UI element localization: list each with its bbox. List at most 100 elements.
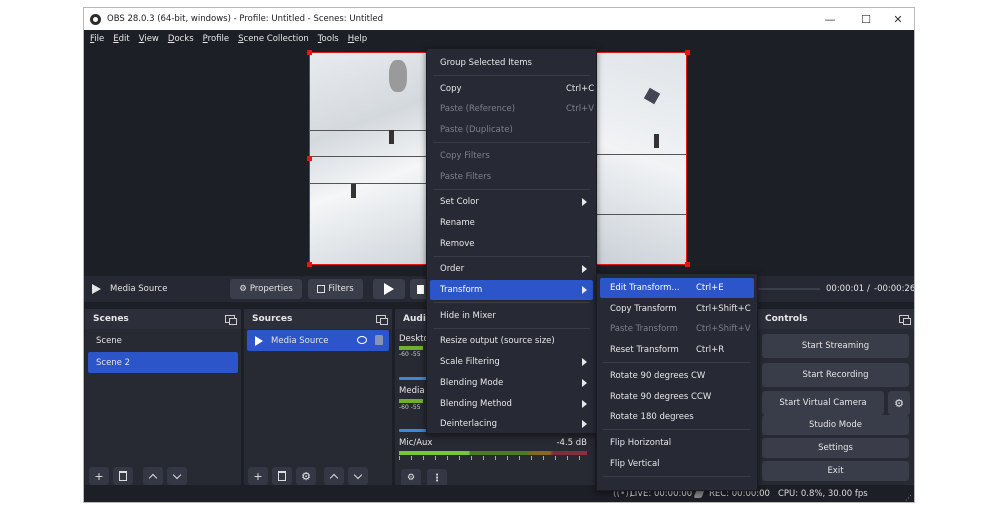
menu-item-label: Paste (Duplicate) xyxy=(440,125,513,136)
time-remaining: -00:00:26 xyxy=(874,284,915,294)
maximize-button[interactable]: ☐ xyxy=(849,8,883,30)
audio-meter xyxy=(399,451,587,455)
menu-separator xyxy=(603,475,751,477)
exit-button[interactable]: Exit xyxy=(762,461,909,481)
resize-handle[interactable] xyxy=(685,262,690,267)
menu-item-order[interactable]: Order xyxy=(430,259,593,279)
source-item[interactable]: Media Source xyxy=(247,330,389,351)
add-scene-button[interactable]: + xyxy=(89,467,109,485)
menu-file[interactable]: File xyxy=(90,34,104,44)
menu-item-label: Scale Filtering xyxy=(440,357,500,368)
menu-item-label: Hide in Mixer xyxy=(440,310,496,321)
menu-item-label: Reset Transform xyxy=(610,345,679,356)
play-button[interactable] xyxy=(373,279,405,299)
move-scene-down-button[interactable] xyxy=(167,467,187,485)
menu-view[interactable]: View xyxy=(139,34,159,44)
menu-item-reset-transform[interactable]: Reset Transform Ctrl+R xyxy=(600,340,754,360)
menu-item-scale-filtering[interactable]: Scale Filtering xyxy=(430,352,593,372)
menu-item-label: Rotate 90 degrees CW xyxy=(610,370,706,381)
menu-item-blending-method[interactable]: Blending Method xyxy=(430,394,593,414)
move-source-down-button[interactable] xyxy=(348,467,368,485)
resize-handle[interactable] xyxy=(307,262,312,267)
resize-handle[interactable] xyxy=(685,50,690,55)
submenu-arrow-icon xyxy=(582,265,587,274)
undock-icon[interactable] xyxy=(225,315,237,325)
menu-item-transform[interactable]: Transform xyxy=(430,280,593,300)
remove-scene-button[interactable] xyxy=(113,467,133,485)
menu-item-paste-transform[interactable]: Paste Transform Ctrl+Shift+V xyxy=(600,319,754,339)
audio-meter-scale xyxy=(399,456,587,460)
source-properties-button[interactable]: ⚙ xyxy=(296,467,316,485)
start-recording-button[interactable]: Start Recording xyxy=(762,363,909,387)
menu-tools[interactable]: Tools xyxy=(318,34,339,44)
menu-item-blending-mode[interactable]: Blending Mode xyxy=(430,373,593,393)
start-virtual-camera-button[interactable]: Start Virtual Camera xyxy=(762,391,884,415)
menu-docks[interactable]: Docks xyxy=(168,34,194,44)
menu-item-rotate-90-degrees-ccw[interactable]: Rotate 90 degrees CCW xyxy=(600,387,754,407)
menu-item-shortcut: Ctrl+R xyxy=(696,345,725,356)
menu-item-remove[interactable]: Remove xyxy=(430,234,593,254)
scene-item-selected[interactable]: Scene 2 xyxy=(88,352,238,373)
menu-item-deinterlacing[interactable]: Deinterlacing xyxy=(430,414,593,434)
menu-item-rotate-180-degrees[interactable]: Rotate 180 degrees xyxy=(600,407,754,427)
menu-item-rename[interactable]: Rename xyxy=(430,213,593,233)
start-streaming-button[interactable]: Start Streaming xyxy=(762,334,909,358)
menu-item-group-selected-items[interactable]: Group Selected Items xyxy=(430,53,593,73)
menu-bar: File Edit View Docks Profile Scene Colle… xyxy=(84,30,914,47)
gear-icon: ⚙ xyxy=(301,469,311,483)
submenu-arrow-icon xyxy=(582,420,587,429)
properties-button[interactable]: ⚙ Properties xyxy=(230,279,302,299)
menu-item-flip-horizontal[interactable]: Flip Horizontal xyxy=(600,433,754,453)
menu-item-copy-transform[interactable]: Copy Transform Ctrl+Shift+C xyxy=(600,299,754,319)
menu-item-label: Group Selected Items xyxy=(440,58,532,68)
menu-item-set-color[interactable]: Set Color xyxy=(430,192,593,212)
trash-icon xyxy=(278,471,286,481)
studio-mode-button[interactable]: Studio Mode xyxy=(762,415,909,435)
resize-grip-icon[interactable]: ⋰ xyxy=(905,494,912,502)
filters-button[interactable]: Filters xyxy=(308,279,363,299)
scene-item[interactable]: Scene xyxy=(88,330,238,351)
resize-handle[interactable] xyxy=(307,156,312,161)
obs-logo-icon xyxy=(90,13,101,25)
close-button[interactable]: ✕ xyxy=(881,8,914,30)
menu-item-paste-reference[interactable]: Paste (Reference) Ctrl+V xyxy=(430,99,594,119)
audio-meter xyxy=(399,399,423,403)
minimize-button[interactable]: — xyxy=(813,8,847,30)
menu-item-hide-in-mixer[interactable]: Hide in Mixer xyxy=(430,306,593,326)
remove-source-button[interactable] xyxy=(272,467,292,485)
menu-item-shortcut: Ctrl+Shift+C xyxy=(696,303,751,314)
menu-item-paste-filters[interactable]: Paste Filters xyxy=(430,167,593,187)
scene-label: Scene 2 xyxy=(96,357,131,368)
menu-item-paste-duplicate[interactable]: Paste (Duplicate) xyxy=(430,120,593,140)
undock-icon[interactable] xyxy=(376,315,388,325)
seek-slider[interactable] xyxy=(756,288,820,290)
settings-button[interactable]: Settings xyxy=(762,438,909,458)
lock-icon[interactable] xyxy=(375,335,383,345)
menu-item-rotate-90-degrees-cw[interactable]: Rotate 90 degrees CW xyxy=(600,366,754,386)
menu-item-label: Blending Method xyxy=(440,398,512,409)
plus-icon: + xyxy=(94,469,104,483)
menu-item-resize-output-source-size[interactable]: Resize output (source size) xyxy=(430,331,593,351)
stop-icon xyxy=(416,284,424,294)
sources-dock: Sources Media Source + ⚙ xyxy=(244,309,392,489)
resize-handle[interactable] xyxy=(307,50,312,55)
add-source-button[interactable]: + xyxy=(248,467,268,485)
audio-meter-ticks: -60 -55 xyxy=(399,404,421,411)
menu-profile[interactable]: Profile xyxy=(203,34,229,44)
menu-item-copy[interactable]: Copy Ctrl+C xyxy=(430,79,594,99)
menu-edit[interactable]: Edit xyxy=(113,34,129,44)
menu-item-label: Set Color xyxy=(440,197,479,208)
menu-item-flip-vertical[interactable]: Flip Vertical xyxy=(600,454,754,474)
eye-icon[interactable] xyxy=(357,336,367,344)
media-source-name: Media Source xyxy=(110,284,168,294)
audio-channel-name: Media xyxy=(399,386,425,396)
virtual-camera-settings-button[interactable]: ⚙ xyxy=(888,391,910,415)
move-scene-up-button[interactable] xyxy=(143,467,163,485)
menu-scene-collection[interactable]: Scene Collection xyxy=(238,34,309,44)
move-source-up-button[interactable] xyxy=(324,467,344,485)
menu-separator xyxy=(433,188,590,190)
undock-icon[interactable] xyxy=(899,315,911,325)
menu-item-edit-transform[interactable]: Edit Transform... Ctrl+E xyxy=(600,278,754,298)
menu-item-copy-filters[interactable]: Copy Filters xyxy=(430,146,593,166)
menu-help[interactable]: Help xyxy=(348,34,367,44)
